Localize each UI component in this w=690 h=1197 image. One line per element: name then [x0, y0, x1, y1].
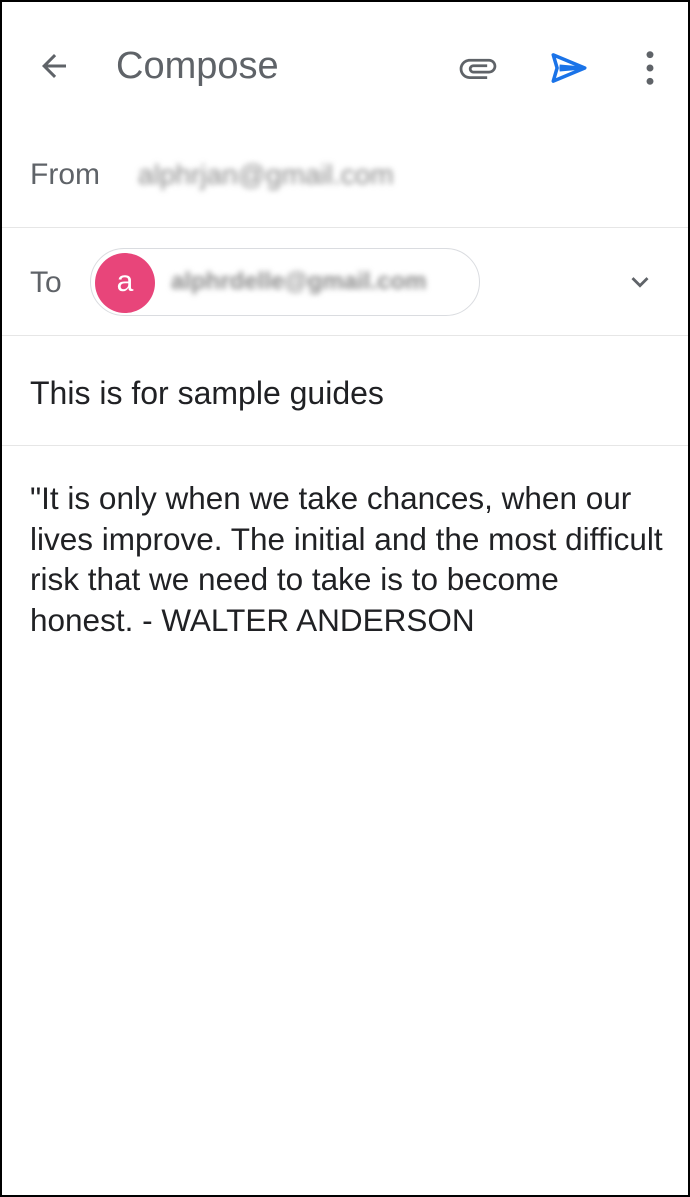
- recipient-email: alphrdelle@gmail.com: [171, 268, 427, 295]
- from-row[interactable]: From alphrjan@gmail.com: [2, 120, 688, 228]
- more-options-button[interactable]: [632, 42, 668, 94]
- page-title: Compose: [116, 45, 279, 87]
- chevron-down-icon: [631, 277, 649, 288]
- arrow-back-icon: [42, 54, 66, 78]
- send-button[interactable]: [543, 42, 595, 94]
- expand-cc-bcc-button[interactable]: [616, 258, 664, 306]
- from-email: alphrjan@gmail.com: [138, 159, 394, 190]
- compose-screen: Compose From alphrjan@gmail.com To a alp…: [0, 0, 690, 1197]
- app-bar: Compose: [2, 2, 688, 130]
- send-icon: [551, 53, 587, 83]
- subject-text: This is for sample guides: [30, 375, 384, 411]
- attach-button[interactable]: [452, 42, 504, 94]
- message-body[interactable]: "It is only when we take chances, when o…: [30, 478, 670, 640]
- more-vert-icon: [646, 51, 654, 85]
- subject-field[interactable]: This is for sample guides: [2, 336, 688, 446]
- to-label: To: [30, 266, 62, 299]
- attachment-icon: [459, 58, 497, 79]
- from-label: From: [30, 158, 100, 191]
- to-row[interactable]: To a alphrdelle@gmail.com: [2, 228, 688, 336]
- back-button[interactable]: [30, 42, 78, 90]
- recipient-chip[interactable]: a alphrdelle@gmail.com: [90, 248, 480, 316]
- avatar: a: [95, 253, 155, 313]
